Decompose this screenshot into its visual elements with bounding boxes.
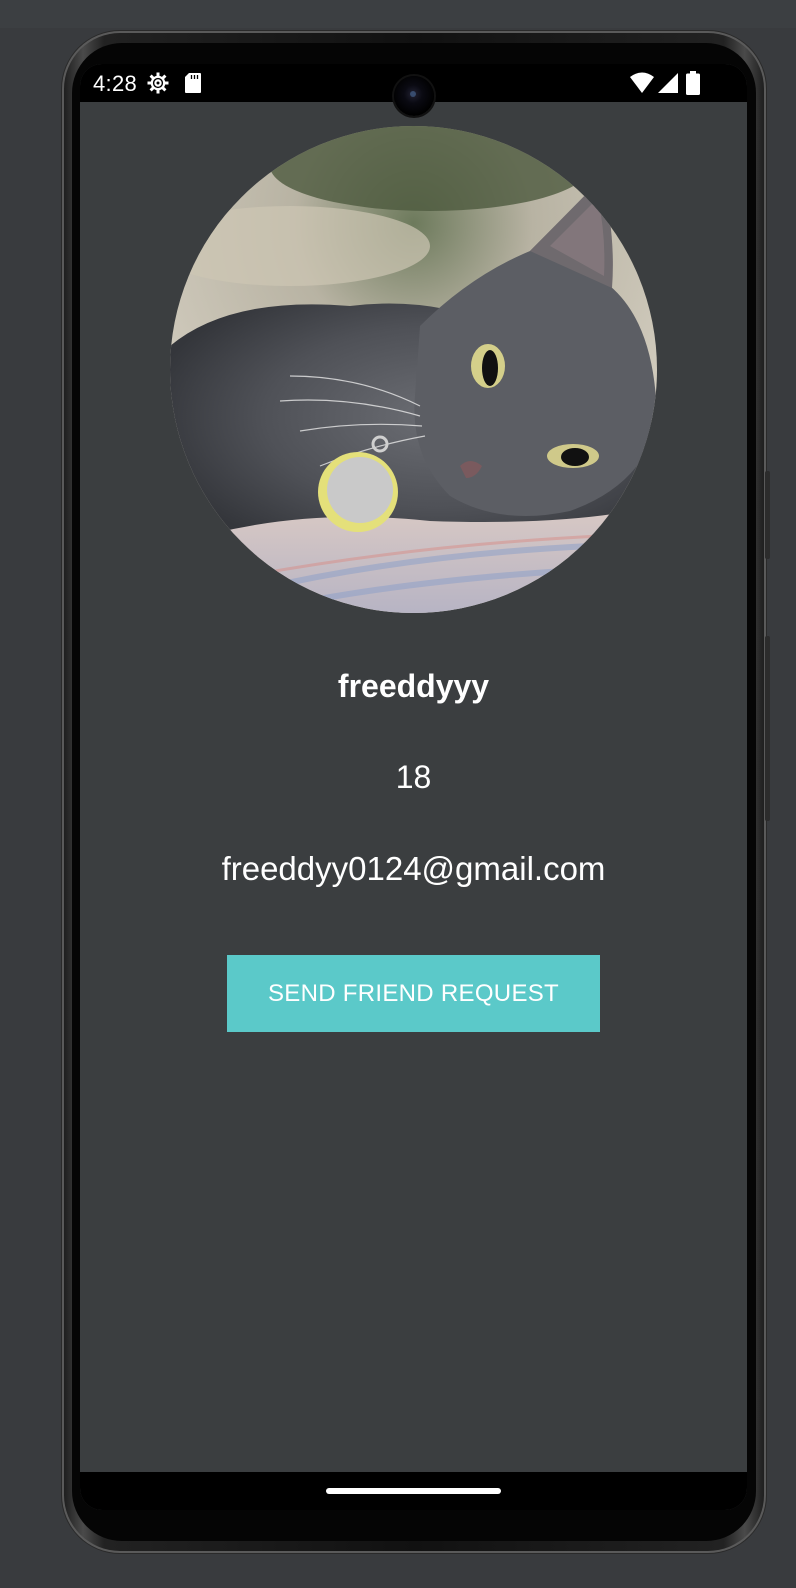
profile-email: freeddyy0124@gmail.com	[221, 850, 606, 887]
cell-signal-icon	[658, 73, 678, 93]
status-time: 4:28	[93, 71, 138, 96]
gear-icon	[147, 72, 169, 94]
home-gesture-handle[interactable]	[326, 1488, 501, 1494]
cat-profile-photo	[170, 126, 657, 613]
front-camera	[394, 76, 434, 116]
profile-age: 18	[395, 759, 432, 795]
volume-button[interactable]	[765, 636, 770, 821]
wifi-icon	[630, 72, 654, 93]
emulator-bottom-strip	[0, 1558, 796, 1588]
emulator-top-strip	[0, 0, 796, 28]
status-bar: 4:28	[80, 64, 747, 116]
profile-avatar	[170, 126, 657, 613]
battery-icon	[686, 71, 700, 95]
device-screen: 4:28 freeddyyy 18 freeddyy0124@gmail.com…	[80, 64, 747, 1510]
navigation-bar	[80, 1472, 747, 1510]
profile-username: freeddyyy	[337, 668, 490, 704]
sd-card-icon	[185, 73, 201, 93]
power-button[interactable]	[765, 471, 770, 559]
send-friend-request-button[interactable]: SEND FRIEND REQUEST	[227, 955, 600, 1032]
